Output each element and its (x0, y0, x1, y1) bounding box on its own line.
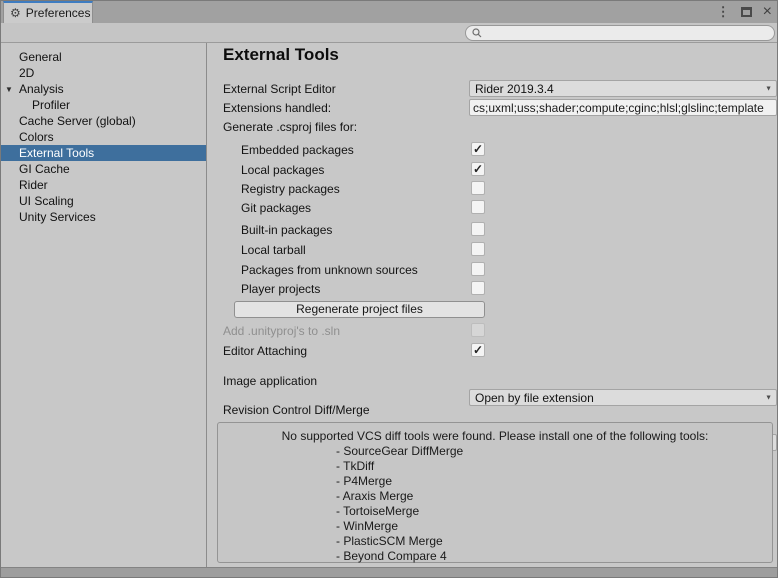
sidebar-item-2d[interactable]: 2D (1, 65, 206, 81)
option-label: Local tarball (241, 243, 306, 257)
sidebar-item-label: GI Cache (19, 162, 70, 176)
registry-packages-checkbox[interactable] (471, 181, 485, 195)
sidebar-item-colors[interactable]: Colors (1, 129, 206, 145)
add-unityproj-label: Add .unityproj's to .sln (223, 324, 340, 338)
add-unityproj-checkbox (471, 323, 485, 337)
vcs-tool-item: - WinMerge (336, 519, 772, 534)
sidebar-item-label: Cache Server (global) (19, 114, 136, 128)
vcs-tool-item: - Araxis Merge (336, 489, 772, 504)
player-projects-checkbox[interactable] (471, 281, 485, 295)
sidebar-item-label: Colors (19, 130, 54, 144)
titlebar: ⚙ Preferences ⋮ × (1, 1, 777, 23)
git-packages-checkbox[interactable] (471, 200, 485, 214)
sidebar-item-analysis[interactable]: ▼ Analysis (1, 81, 206, 97)
option-label: Embedded packages (241, 143, 354, 157)
page-title: External Tools (223, 45, 339, 65)
search-box[interactable] (465, 25, 775, 41)
vcs-tool-item: - TortoiseMerge (336, 504, 772, 519)
chevron-down-icon: ▼ (765, 394, 772, 401)
sidebar-item-cache-server[interactable]: Cache Server (global) (1, 113, 206, 129)
vcs-tool-item: - PlasticSCM Merge (336, 534, 772, 549)
sidebar-item-label: 2D (19, 66, 34, 80)
chevron-down-icon: ▼ (765, 85, 772, 92)
vcs-notice-box: No supported VCS diff tools were found. … (217, 422, 773, 563)
local-packages-checkbox[interactable] (471, 162, 485, 176)
vcs-notice-message: No supported VCS diff tools were found. … (218, 429, 772, 443)
maximize-icon[interactable] (741, 7, 752, 17)
preferences-window: ⚙ Preferences ⋮ × General 2D ▼ Analysis … (0, 0, 778, 578)
unknown-sources-checkbox[interactable] (471, 262, 485, 276)
option-label: Built-in packages (241, 223, 332, 237)
sidebar-item-label: Analysis (19, 82, 64, 96)
dropdown-value: Open by file extension (475, 391, 594, 405)
image-application-dropdown[interactable]: Open by file extension ▼ (469, 389, 777, 406)
statusbar (1, 567, 777, 577)
sidebar-item-label: Unity Services (19, 210, 96, 224)
main-panel: External Tools External Script Editor Ri… (207, 43, 777, 567)
editor-attaching-label: Editor Attaching (223, 344, 307, 358)
sidebar-item-general[interactable]: General (1, 49, 206, 65)
option-label: Registry packages (241, 182, 340, 196)
sidebar-item-external-tools[interactable]: External Tools (1, 145, 206, 161)
chevron-down-icon[interactable]: ▼ (5, 82, 13, 98)
editor-attaching-checkbox[interactable] (471, 343, 485, 357)
dropdown-value: Rider 2019.3.4 (475, 82, 554, 96)
revision-control-label: Revision Control Diff/Merge (223, 403, 370, 417)
sidebar-item-label: General (19, 50, 62, 64)
tab-title: Preferences (26, 6, 91, 20)
option-label: Git packages (241, 201, 311, 215)
close-icon[interactable]: × (763, 4, 772, 20)
vcs-tool-item: - P4Merge (336, 474, 772, 489)
option-label: Packages from unknown sources (241, 263, 418, 277)
toolbar (1, 23, 777, 43)
sidebar: General 2D ▼ Analysis Profiler Cache Ser… (1, 43, 206, 567)
search-icon (472, 28, 482, 38)
menu-icon[interactable]: ⋮ (717, 4, 730, 20)
regenerate-project-files-button[interactable]: Regenerate project files (234, 301, 485, 318)
script-editor-label: External Script Editor (223, 82, 336, 96)
tab-preferences[interactable]: ⚙ Preferences (3, 1, 93, 23)
search-input[interactable] (486, 27, 768, 39)
extensions-input[interactable] (469, 99, 777, 116)
sidebar-item-gi-cache[interactable]: GI Cache (1, 161, 206, 177)
option-label: Local packages (241, 163, 324, 177)
sidebar-item-label: UI Scaling (19, 194, 74, 208)
external-script-editor-dropdown[interactable]: Rider 2019.3.4 ▼ (469, 80, 777, 97)
option-label: Player projects (241, 282, 320, 296)
sidebar-item-unity-services[interactable]: Unity Services (1, 209, 206, 225)
sidebar-item-ui-scaling[interactable]: UI Scaling (1, 193, 206, 209)
sidebar-item-profiler[interactable]: Profiler (1, 97, 206, 113)
vcs-tool-item: - TkDiff (336, 459, 772, 474)
sidebar-item-label: External Tools (19, 146, 94, 160)
extensions-label: Extensions handled: (223, 101, 331, 115)
local-tarball-checkbox[interactable] (471, 242, 485, 256)
generate-csproj-label: Generate .csproj files for: (223, 120, 357, 134)
image-application-label: Image application (223, 374, 317, 388)
vcs-tool-item: - SourceGear DiffMerge (336, 444, 772, 459)
vcs-tool-item: - Beyond Compare 4 (336, 549, 772, 564)
sidebar-item-label: Rider (19, 178, 48, 192)
sidebar-item-rider[interactable]: Rider (1, 177, 206, 193)
builtin-packages-checkbox[interactable] (471, 222, 485, 236)
gear-icon: ⚙ (10, 7, 21, 19)
window-controls: ⋮ × (717, 1, 772, 23)
vcs-tool-list: - SourceGear DiffMerge - TkDiff - P4Merg… (218, 444, 772, 564)
embedded-packages-checkbox[interactable] (471, 142, 485, 156)
sidebar-item-label: Profiler (32, 98, 70, 112)
